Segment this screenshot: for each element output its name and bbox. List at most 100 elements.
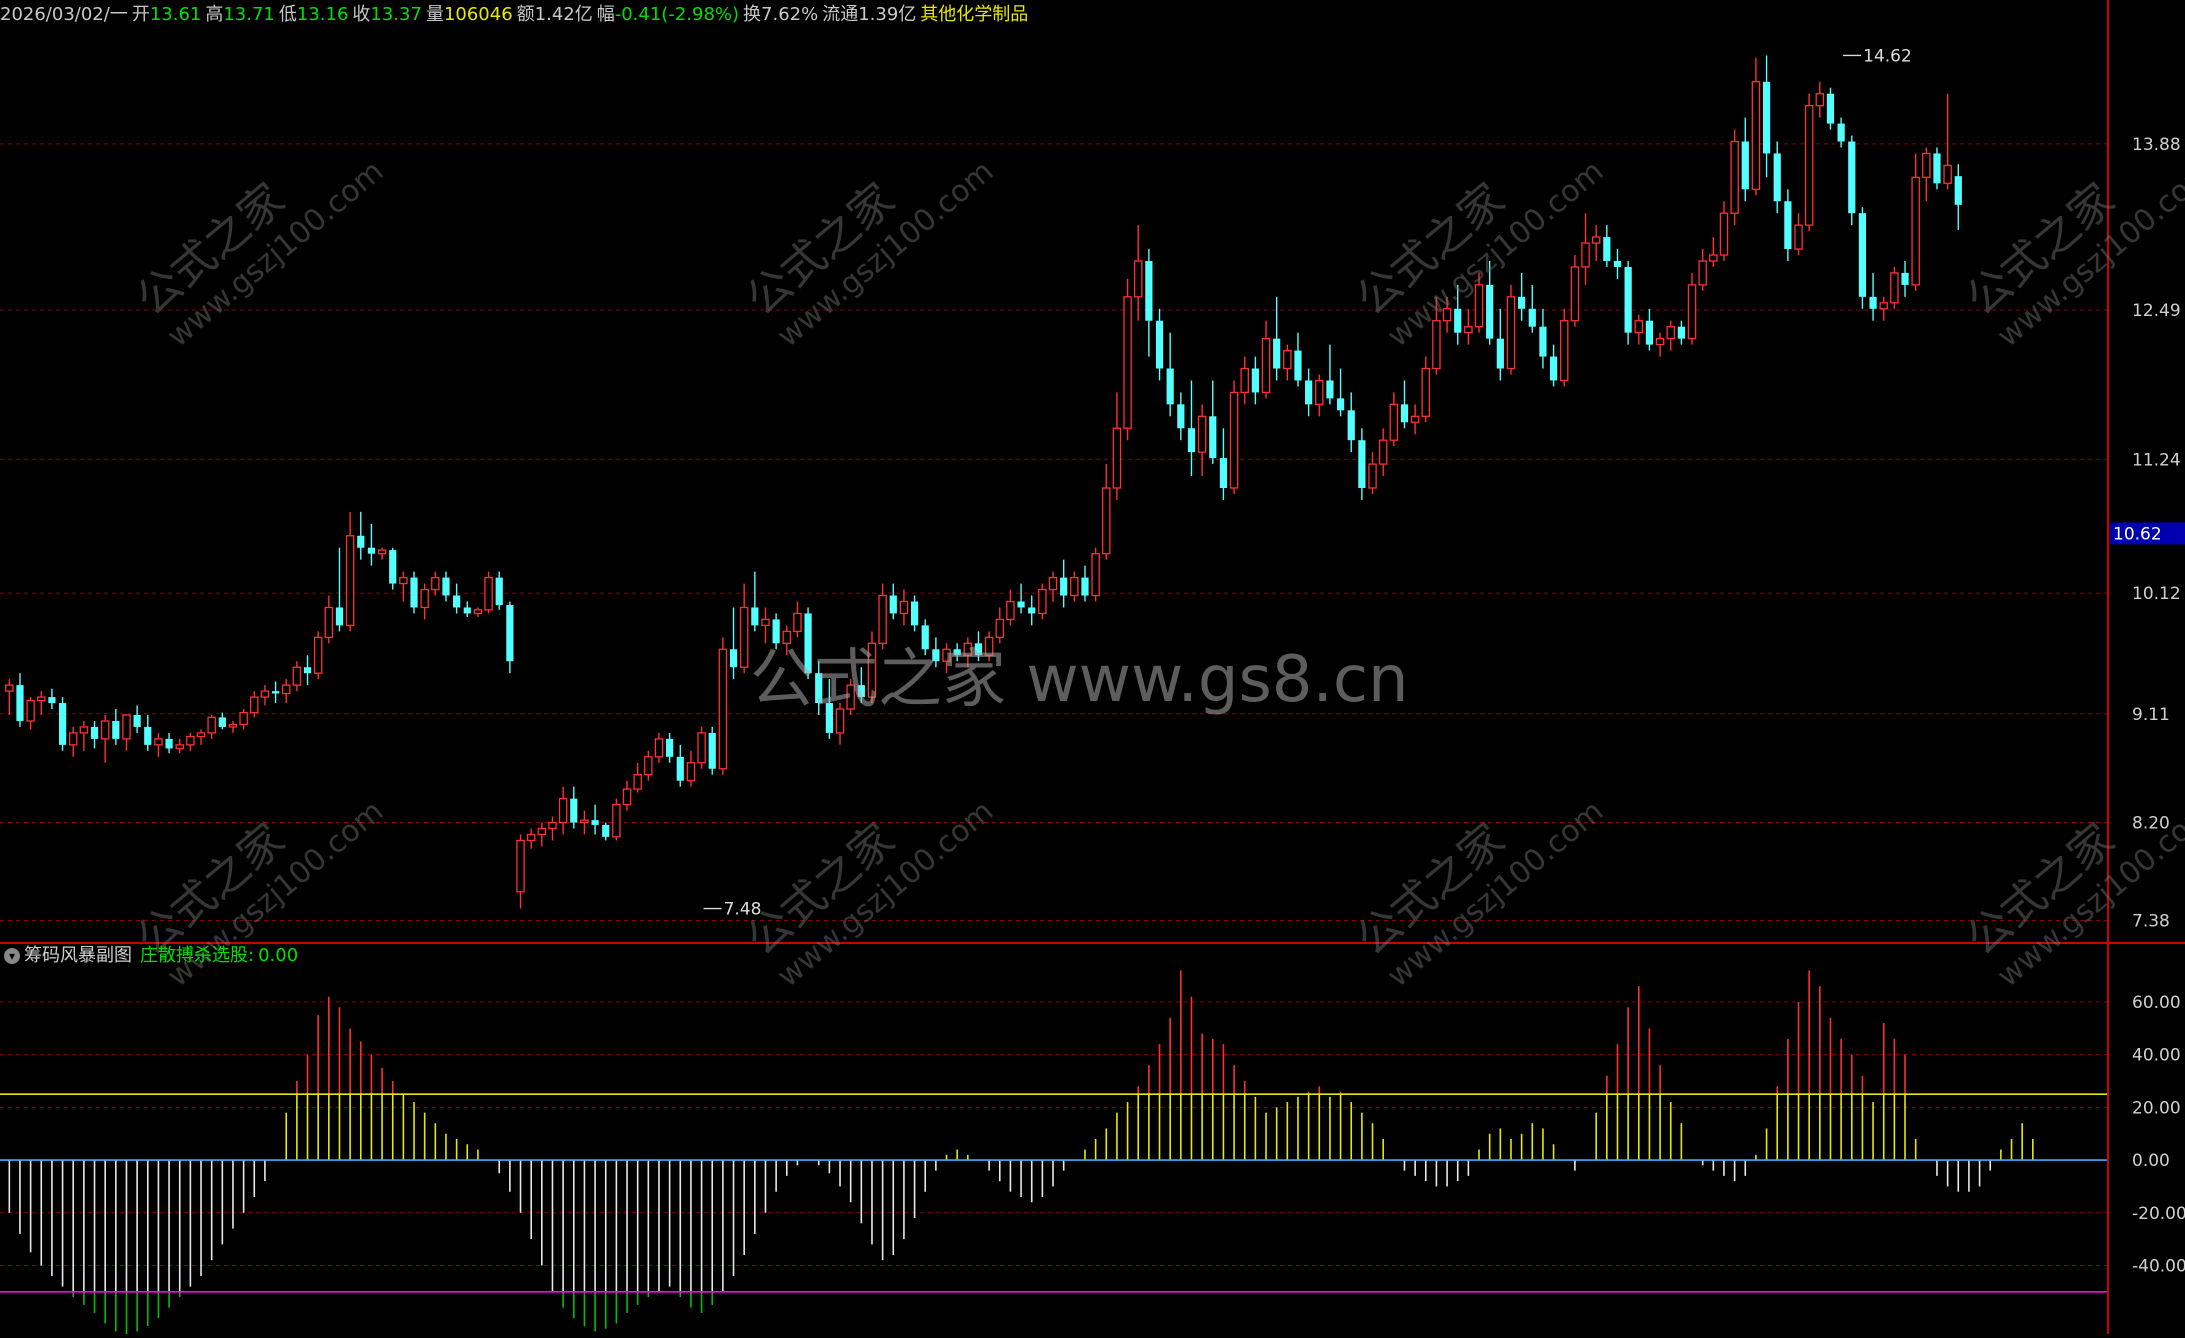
candle-body	[558, 797, 568, 824]
candle-body	[506, 605, 514, 662]
volume-value: 106046	[443, 4, 513, 25]
candle-body	[580, 819, 589, 824]
current-price-label: 10.62	[2113, 524, 2162, 544]
candle-body	[1784, 201, 1792, 250]
candle-body	[495, 577, 503, 606]
candle-body	[303, 667, 312, 674]
candle-body	[825, 703, 833, 733]
candle-body	[1528, 308, 1536, 327]
candle-body	[1486, 284, 1494, 339]
candle-body	[1197, 415, 1207, 453]
candle-body	[335, 607, 344, 626]
amount-value: 1.42亿	[534, 4, 593, 25]
candle-body	[739, 606, 749, 668]
candle-body	[79, 726, 89, 734]
candle-body	[122, 714, 131, 740]
sector[interactable]: 其他化学制品	[920, 4, 1028, 25]
candle-body	[974, 643, 983, 656]
candle-body	[165, 738, 173, 749]
indicator-value: 0.00	[258, 945, 299, 966]
candle-body	[644, 756, 653, 776]
candle-body	[133, 714, 141, 727]
candle-body	[878, 594, 887, 644]
open-label: 开	[131, 4, 150, 25]
candle-body	[772, 619, 780, 644]
candle-body	[218, 717, 226, 727]
candle-body	[1091, 553, 1100, 597]
candle-body	[1336, 398, 1345, 411]
candle-body	[1368, 463, 1377, 489]
indicator-label: 庄散搏杀选股:	[140, 945, 255, 966]
chart-stage: 13.88 12.49 11.24 10.12 9.11 8.20 7.38 14.62 7.4…	[0, 0, 2185, 1334]
candle-body	[37, 696, 46, 702]
candle-body	[1911, 176, 1920, 286]
candle-body	[1666, 326, 1675, 340]
chevron-down-icon[interactable]: ▾	[4, 948, 20, 964]
candle-body	[196, 732, 206, 738]
price-tick-label: 8.20	[2132, 814, 2170, 834]
candle-body	[463, 607, 471, 614]
candle-body	[1410, 415, 1420, 423]
candle-body	[1081, 577, 1089, 596]
candle-body	[1378, 439, 1388, 465]
candle-body	[1762, 81, 1771, 154]
candle-body	[899, 600, 909, 615]
high-value: 13.71	[223, 4, 275, 25]
candle-body	[654, 738, 664, 758]
candle-body	[1166, 368, 1174, 405]
indicator-tick-label: 20.00	[2132, 1098, 2181, 1118]
candle-body	[1123, 296, 1132, 429]
candle-body	[846, 684, 855, 710]
candle-body	[442, 577, 450, 596]
indicator-name[interactable]: 筹码风暴副图	[24, 945, 132, 966]
candle-body	[815, 673, 823, 704]
candle-body	[154, 738, 163, 746]
volume-label: 量	[425, 4, 444, 25]
candle-body	[1858, 213, 1867, 297]
candle-body	[1496, 338, 1504, 369]
candle-body	[420, 588, 429, 609]
candle-body	[1454, 308, 1462, 333]
candle-body	[1294, 350, 1302, 381]
change-label: 幅	[596, 4, 615, 25]
candle-body	[228, 723, 238, 728]
candle-body	[622, 788, 632, 806]
candle-body	[313, 636, 323, 674]
candle-body	[1273, 338, 1281, 369]
price-tick-label: 11.24	[2132, 450, 2181, 470]
candle-body	[1890, 272, 1899, 304]
candle-body	[1421, 367, 1431, 417]
candle-body	[399, 576, 408, 585]
candle-body	[1474, 284, 1484, 328]
turnover-value: 7.62%	[761, 4, 819, 25]
candle-body	[1773, 153, 1781, 202]
candle-body	[484, 576, 493, 611]
price-tick-label: 12.49	[2132, 301, 2181, 321]
candle-body	[793, 612, 802, 633]
candle-body	[1389, 403, 1399, 441]
candle-body	[68, 732, 78, 746]
candle-body	[953, 649, 961, 656]
amount-label: 额	[516, 4, 535, 25]
candle-body	[570, 798, 578, 823]
candle-body	[112, 720, 120, 739]
candle-body	[708, 732, 716, 769]
candle-body	[1549, 356, 1558, 381]
candle-body	[942, 648, 951, 662]
candle-body	[1251, 368, 1259, 393]
candle-body	[1954, 176, 1962, 205]
candle-body	[1432, 320, 1441, 370]
candle-body	[1645, 320, 1654, 345]
candle-body	[431, 576, 440, 591]
candle-body	[751, 607, 759, 626]
candle-body	[889, 595, 897, 614]
candle-body	[1229, 391, 1239, 489]
candle-body	[1751, 81, 1761, 190]
candle-body	[729, 649, 738, 668]
float-value: 1.39亿	[858, 4, 917, 25]
candle-body	[48, 697, 56, 704]
candle-body	[473, 609, 483, 615]
candle-body	[857, 685, 865, 698]
candle-body	[1869, 296, 1877, 309]
candle-body	[1539, 326, 1547, 357]
